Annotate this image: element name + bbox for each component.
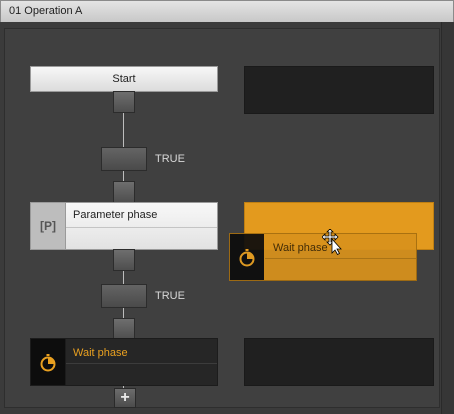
start-step[interactable]: Start bbox=[30, 66, 218, 92]
empty-parallel-slot[interactable] bbox=[244, 66, 434, 114]
transition-2-condition: TRUE bbox=[155, 290, 185, 302]
clock-icon bbox=[230, 234, 264, 280]
parameter-icon: [P] bbox=[31, 203, 66, 249]
dragged-step-label: Wait phase bbox=[273, 242, 328, 254]
transition-1[interactable] bbox=[101, 147, 147, 171]
start-step-label: Start bbox=[112, 73, 136, 85]
window-title: 01 Operation A bbox=[9, 5, 83, 17]
wait-phase-step[interactable]: Wait phase bbox=[30, 338, 218, 386]
step-divider bbox=[66, 227, 217, 228]
parameter-phase-step[interactable]: [P] Parameter phase bbox=[30, 202, 218, 250]
step-divider bbox=[265, 258, 416, 259]
clock-icon bbox=[31, 339, 66, 385]
add-step-button[interactable]: + bbox=[114, 388, 136, 408]
transition-2[interactable] bbox=[101, 284, 147, 308]
step-divider bbox=[66, 363, 217, 364]
empty-parallel-slot[interactable] bbox=[244, 338, 434, 386]
step-connector[interactable] bbox=[113, 91, 135, 113]
parameter-phase-label: Parameter phase bbox=[73, 209, 158, 221]
step-connector[interactable] bbox=[113, 181, 135, 203]
step-connector[interactable] bbox=[113, 249, 135, 271]
window-titlebar: 01 Operation A bbox=[0, 0, 454, 23]
step-connector[interactable] bbox=[113, 318, 135, 340]
wait-phase-label: Wait phase bbox=[73, 347, 128, 359]
move-cursor-icon bbox=[321, 228, 344, 258]
vertical-scrollbar[interactable] bbox=[441, 22, 454, 414]
transition-1-condition: TRUE bbox=[155, 153, 185, 165]
